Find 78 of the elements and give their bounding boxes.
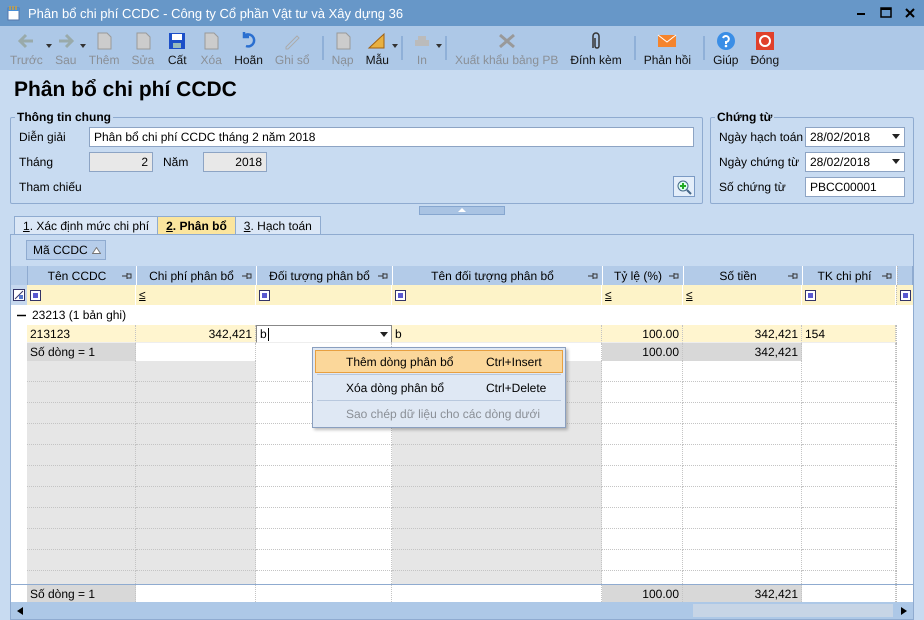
window-title: Phân bổ chi phí CCDC - Công ty Cổ phần Vật tư và Xây dựng 36 xyxy=(28,6,404,20)
field-label: Tham chiếu xyxy=(19,180,83,194)
menu-item[interactable]: Thêm dòng phân bổ Ctrl+Insert xyxy=(315,350,563,373)
field-label: Diễn giải xyxy=(19,130,67,144)
summary-cell: Số dòng = 1 xyxy=(27,343,136,361)
date-field[interactable]: 28/02/2018 xyxy=(805,152,905,172)
summary-cell: 100.00 xyxy=(602,343,683,361)
field-label: Số chứng từ xyxy=(719,180,787,194)
month-field[interactable]: 2 xyxy=(89,152,153,172)
collapse-handle[interactable] xyxy=(419,206,505,214)
field-label: Năm xyxy=(163,154,190,168)
filter-cell[interactable] xyxy=(392,285,602,305)
filter-operator[interactable]: ≤ xyxy=(605,288,612,302)
panel-title: Chứng từ xyxy=(716,110,774,124)
filter-cell[interactable]: ≤ xyxy=(136,285,256,305)
editing-cell[interactable]: b xyxy=(256,325,392,343)
menu-item[interactable]: Xóa dòng phân bổ Ctrl+Delete xyxy=(315,376,563,399)
pin-icon[interactable] xyxy=(588,272,598,280)
filter-mode-icon[interactable] xyxy=(30,290,41,300)
group-row-label: 23213 (1 bản ghi) xyxy=(32,308,126,322)
scroll-right-icon[interactable] xyxy=(901,606,907,614)
table-cell: 213123 xyxy=(27,325,136,343)
filter-mode-icon[interactable] xyxy=(259,290,270,300)
filter-cell[interactable]: ≤ xyxy=(602,285,683,305)
filter-cell[interactable] xyxy=(27,285,136,305)
field-label: Tháng xyxy=(19,154,54,168)
add-search-button[interactable] xyxy=(673,176,695,197)
pin-icon[interactable] xyxy=(882,272,892,280)
filter-mode-icon[interactable] xyxy=(395,290,406,300)
page-heading: Phân bổ chi phí CCDC xyxy=(14,78,238,102)
scroll-left-icon[interactable] xyxy=(17,606,23,614)
group-by-chip[interactable]: Mã CCDC xyxy=(26,240,106,260)
sort-triangle-icon xyxy=(92,246,101,254)
tab[interactable]: 1. Xác định mức chi phí xyxy=(14,216,158,234)
footer-cell: Số dòng = 1 xyxy=(27,585,136,602)
field-label: Ngày hạch toán xyxy=(719,130,804,144)
voucher-number-field[interactable]: PBCC00001 xyxy=(805,176,905,196)
help-icon xyxy=(714,30,737,52)
tab[interactable]: 2. Phân bổ xyxy=(157,216,236,234)
pin-icon[interactable] xyxy=(788,272,798,280)
summary-cell: 342,421 xyxy=(683,343,802,361)
filter-operator[interactable]: ≤ xyxy=(139,288,146,302)
filter-clear-icon[interactable] xyxy=(13,289,25,301)
table-cell: 154 xyxy=(802,325,896,343)
pin-icon[interactable] xyxy=(242,272,252,280)
power-icon xyxy=(754,30,776,52)
toolbar-button[interactable]: Giúp xyxy=(707,26,744,70)
filter-cell[interactable]: ≤ xyxy=(683,285,802,305)
maximize-icon[interactable] xyxy=(880,7,892,19)
panel-title: Thông tin chung xyxy=(16,110,112,124)
footer-cell: 100.00 xyxy=(602,585,683,602)
dropdown-arrow-icon xyxy=(892,159,900,164)
notepad-icon xyxy=(6,5,22,21)
filter-operator[interactable]: ≤ xyxy=(686,288,693,302)
table-cell: 342,421 xyxy=(136,325,256,343)
toolbar-button[interactable]: Hoãn xyxy=(228,26,269,70)
date-field[interactable]: 28/02/2018 xyxy=(805,126,905,146)
table-cell: 100.00 xyxy=(602,325,683,343)
dropdown-arrow-icon xyxy=(892,134,900,139)
tab[interactable]: 3. Hạch toán xyxy=(234,216,321,234)
filter-cell[interactable] xyxy=(802,285,896,305)
horizontal-scrollbar[interactable] xyxy=(11,602,913,619)
filter-mode-icon[interactable] xyxy=(805,290,816,300)
year-field[interactable]: 2018 xyxy=(203,152,267,172)
toolbar-button[interactable]: Cất xyxy=(160,26,194,70)
filter-cell[interactable] xyxy=(256,285,392,305)
pin-icon[interactable] xyxy=(378,272,388,280)
footer-cell: 342,421 xyxy=(683,585,802,602)
table-cell: 342,421 xyxy=(683,325,802,343)
close-icon[interactable] xyxy=(904,7,916,19)
table-cell: b xyxy=(392,325,602,343)
field-label: Ngày chứng từ xyxy=(719,154,800,168)
filter-mode-icon[interactable] xyxy=(900,290,910,300)
description-field[interactable]: Phân bổ chi phí CCDC tháng 2 năm 2018 xyxy=(89,126,694,146)
pin-icon[interactable] xyxy=(669,272,679,280)
pin-icon[interactable] xyxy=(122,272,132,280)
toolbar-button[interactable]: Đóng xyxy=(744,26,786,70)
dropdown-arrow-icon[interactable] xyxy=(380,332,388,336)
